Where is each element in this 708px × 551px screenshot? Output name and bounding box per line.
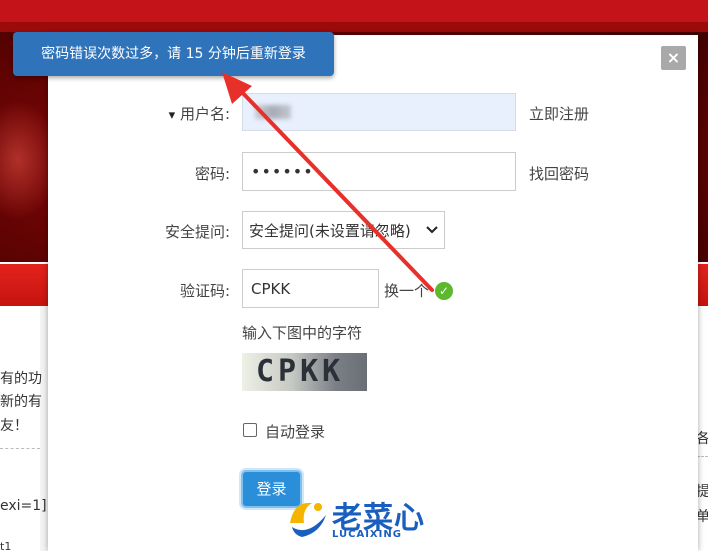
bg-text-line: exi=1] xyxy=(0,498,47,514)
password-label: 密码: xyxy=(194,165,230,183)
close-icon[interactable]: × xyxy=(661,46,686,70)
page-top-bar-shade xyxy=(0,22,708,32)
bg-divider xyxy=(697,456,708,457)
security-question-value: 安全提问(未设置请忽略) xyxy=(249,221,411,240)
error-tooltip: 密码错误次数过多，请 15 分钟后重新登录 xyxy=(13,32,334,76)
bg-text-line: t1 xyxy=(0,540,12,551)
bg-text-line: 新的有 xyxy=(0,394,42,410)
check-circle-icon: ✓ xyxy=(435,282,453,300)
captcha-hint: 输入下图中的字符 xyxy=(242,324,363,342)
captcha-label: 验证码: xyxy=(179,282,230,300)
refresh-captcha-link[interactable]: 换一个 xyxy=(384,280,429,301)
captcha-image[interactable]: CPKK xyxy=(242,353,367,391)
username-label[interactable]: ▾ 用户名: xyxy=(80,103,230,124)
register-link[interactable]: 立即注册 xyxy=(529,103,589,124)
chevron-down-icon xyxy=(426,221,438,239)
password-input[interactable]: •••••• xyxy=(242,152,516,191)
caret-down-icon: ▾ xyxy=(168,108,176,123)
redacted-username xyxy=(255,105,291,119)
page-top-bar xyxy=(0,0,708,22)
bg-text-line: 友！ xyxy=(0,418,28,434)
recover-password-link[interactable]: 找回密码 xyxy=(529,163,589,184)
watermark-logo: 老菜心 LUCAIXING xyxy=(280,489,430,547)
username-input[interactable] xyxy=(242,93,516,131)
security-question-label: 安全提问: xyxy=(164,223,230,241)
watermark-emblem-icon xyxy=(290,502,326,537)
auto-login-checkbox[interactable] xyxy=(243,423,257,437)
bg-divider xyxy=(0,448,40,449)
bg-text-line: 有的功 xyxy=(0,371,42,387)
auto-login-label[interactable]: 自动登录 xyxy=(265,421,325,442)
security-question-select[interactable]: 安全提问(未设置请忽略) xyxy=(242,211,445,249)
watermark-subtitle: LUCAIXING xyxy=(332,529,402,540)
captcha-input[interactable]: CPKK xyxy=(242,269,379,308)
